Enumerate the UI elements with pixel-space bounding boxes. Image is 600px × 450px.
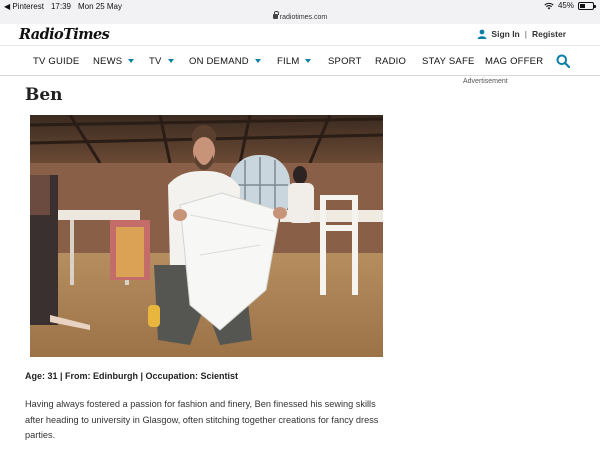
caret-down-icon: [167, 59, 174, 63]
page-title: Ben: [25, 85, 63, 105]
nav-item-tv[interactable]: TV: [149, 56, 174, 67]
nav-label: SPORT: [328, 56, 362, 67]
account-divider: |: [524, 29, 527, 39]
status-bar: ◀ Pinterest 17:39 Mon 25 May 45%: [0, 0, 600, 14]
nav-item-tv-guide[interactable]: TV GUIDE: [33, 56, 79, 67]
nav-label: MAG OFFER: [485, 56, 544, 67]
lock-icon: [272, 11, 279, 19]
nav-label: TV GUIDE: [33, 56, 80, 67]
nav-item-film[interactable]: FILM: [277, 56, 312, 67]
nav-item-sport[interactable]: SPORT: [328, 56, 362, 67]
url-bar[interactable]: radiotimes.com: [0, 11, 600, 24]
article-photo: [30, 115, 383, 357]
search-icon[interactable]: [556, 54, 570, 68]
nav-item-news[interactable]: NEWS: [93, 56, 135, 67]
site-logo[interactable]: RadioTimes: [19, 26, 110, 43]
wifi-icon: [544, 2, 554, 9]
site-header: RadioTimes Sign In | Register: [0, 24, 600, 46]
person-icon: [478, 29, 487, 39]
nav-label: ON DEMAND: [189, 56, 249, 67]
nav-label: STAY SAFE: [422, 56, 475, 67]
url-domain: radiotimes.com: [279, 14, 328, 21]
nav-item-mag-offer[interactable]: MAG OFFER: [485, 56, 543, 67]
account-links: Sign In | Register: [477, 29, 566, 39]
advertisement-label: Advertisement: [463, 78, 508, 85]
nav-label: NEWS: [93, 56, 123, 67]
back-to-app-link[interactable]: ◀ Pinterest: [4, 2, 44, 11]
nav-item-radio[interactable]: RADIO: [375, 56, 406, 67]
sign-in-link[interactable]: Sign In: [491, 29, 519, 39]
status-time: 17:39: [50, 2, 71, 11]
nav-item-on-demand[interactable]: ON DEMAND: [189, 56, 261, 67]
sewing-studio-image: [30, 115, 383, 357]
register-link[interactable]: Register: [532, 29, 566, 39]
main-nav: TV GUIDE NEWS TV ON DEMAND FILM SPORT RA…: [0, 47, 600, 76]
status-date: Mon 25 May: [77, 2, 123, 11]
caret-down-icon: [254, 59, 261, 63]
caret-down-icon: [305, 59, 312, 63]
nav-label: RADIO: [375, 56, 407, 67]
article-meta: Age: 31 | From: Edinburgh | Occupation: …: [25, 371, 239, 381]
article-body: Having always fostered a passion for fas…: [25, 399, 379, 440]
caret-down-icon: [128, 59, 135, 63]
battery-percent: 45%: [557, 1, 574, 10]
battery-icon: [578, 1, 596, 10]
nav-label: TV: [149, 56, 162, 67]
nav-label: FILM: [277, 56, 300, 67]
nav-item-stay-safe[interactable]: STAY SAFE: [422, 56, 474, 67]
